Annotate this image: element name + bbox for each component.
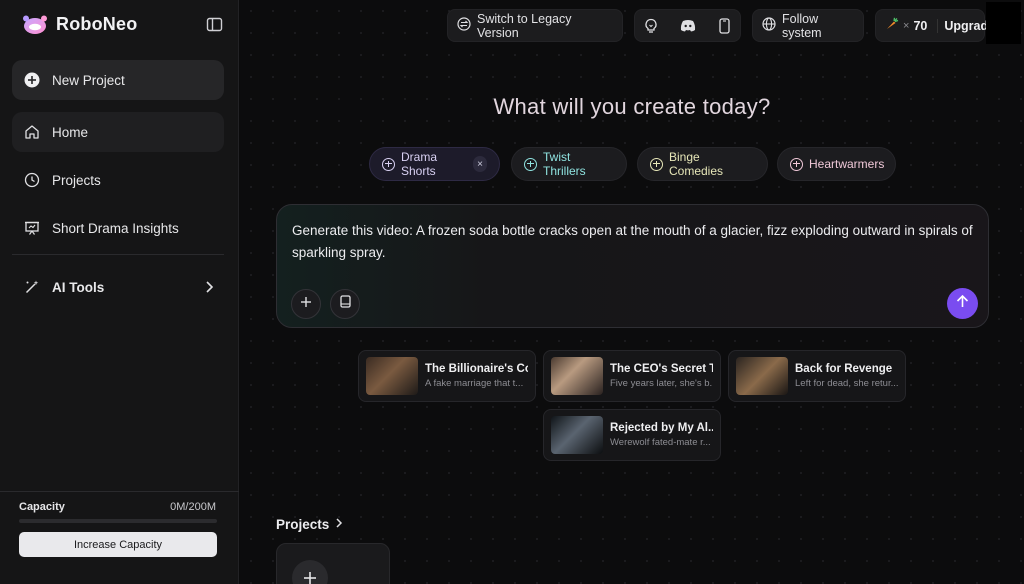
template-card[interactable]: The CEO's Secret T... Five years later, … — [543, 350, 721, 402]
clock-icon — [24, 172, 40, 188]
template-card[interactable]: The Billionaire's Co... A fake marriage … — [358, 350, 536, 402]
plus-circle-icon — [382, 157, 395, 171]
projects-link[interactable]: Projects — [276, 517, 343, 532]
plus-circle-icon — [650, 157, 663, 171]
mobile-icon[interactable] — [714, 15, 736, 37]
app-name: RoboNeo — [56, 14, 138, 34]
template-thumbnail — [366, 357, 418, 395]
chip-label: Heartwarmers — [809, 157, 885, 171]
prompt-box[interactable]: Generate this video: A frozen soda bottl… — [276, 204, 989, 328]
sidebar-item-home[interactable]: Home — [12, 112, 224, 152]
projects-heading: Projects — [276, 517, 330, 532]
template-thumbnail — [736, 357, 788, 395]
sidebar-item-label: Home — [52, 124, 89, 140]
templates-book-button[interactable] — [330, 289, 360, 319]
capacity-divider — [0, 491, 239, 492]
new-project-card[interactable] — [276, 543, 390, 584]
plus-circle-icon — [24, 72, 40, 88]
main-area: Switch to Legacy Version Follow system ×… — [240, 0, 1024, 584]
discord-icon[interactable] — [677, 15, 699, 37]
page-title: What will you create today? — [493, 94, 771, 119]
credits-count: 70 — [913, 18, 928, 33]
template-subtitle: Left for dead, she retur... — [795, 378, 898, 389]
logo[interactable]: RoboNeo — [22, 14, 137, 35]
credits-multiplier: × — [903, 19, 910, 32]
chip-twist-thrillers[interactable]: Twist Thrillers — [511, 147, 627, 181]
carrot-icon — [885, 17, 899, 34]
increase-capacity-button[interactable]: Increase Capacity — [19, 532, 217, 557]
plus-circle-icon — [790, 157, 803, 171]
chip-remove-icon[interactable]: × — [473, 156, 487, 172]
plus-icon — [300, 295, 312, 313]
template-subtitle: A fake marriage that t... — [425, 378, 524, 389]
sidebar-item-projects[interactable]: Projects — [12, 160, 224, 200]
plus-circle-icon — [524, 157, 537, 171]
capacity-label: Capacity — [19, 501, 65, 513]
book-icon — [339, 295, 351, 313]
template-thumbnail — [551, 416, 603, 454]
magic-wand-icon — [24, 279, 40, 295]
template-title: Rejected by My Al... — [610, 422, 713, 434]
capacity-value: 0M/200M — [170, 501, 216, 513]
sidebar-divider — [12, 254, 224, 255]
send-button[interactable] — [947, 288, 978, 319]
topbar-icon-group — [634, 9, 741, 42]
sidebar-item-label: AI Tools — [52, 279, 105, 295]
switch-legacy-button[interactable]: Switch to Legacy Version — [447, 9, 623, 42]
template-title: Back for Revenge — [795, 363, 893, 375]
template-subtitle: Werewolf fated-mate r... — [610, 437, 711, 448]
chip-binge-comedies[interactable]: Binge Comedies — [637, 147, 768, 181]
chip-drama-shorts[interactable]: Drama Shorts × — [369, 147, 500, 181]
sidebar: RoboNeo New Project Home Projects Short … — [0, 0, 239, 584]
chip-label: Drama Shorts — [401, 150, 438, 178]
chevron-right-icon — [335, 517, 343, 532]
capacity-progress-bar — [19, 519, 217, 523]
chip-heartwarmers[interactable]: Heartwarmers — [777, 147, 896, 181]
template-card[interactable]: Back for Revenge Left for dead, she retu… — [728, 350, 906, 402]
sidebar-item-ai-tools[interactable]: AI Tools — [12, 267, 224, 307]
sidebar-item-short-drama-insights[interactable]: Short Drama Insights — [12, 208, 224, 248]
sidebar-item-label: New Project — [52, 72, 125, 88]
template-title: The CEO's Secret T... — [610, 363, 713, 375]
redacted-avatar — [986, 2, 1021, 44]
credits-upgrade-button[interactable]: × 70 Upgrade — [875, 9, 995, 42]
globe-icon — [762, 17, 776, 34]
lightbulb-icon[interactable] — [640, 15, 662, 37]
template-title: The Billionaire's Co... — [425, 363, 528, 375]
presentation-chart-icon — [24, 220, 40, 236]
switch-legacy-label: Switch to Legacy Version — [477, 11, 572, 40]
theme-label: Follow system — [782, 11, 822, 40]
prompt-input[interactable]: Generate this video: A frozen soda bottl… — [292, 220, 982, 264]
roboneo-logo-icon — [22, 15, 48, 35]
template-subtitle: Five years later, she's b... — [610, 378, 713, 389]
template-card[interactable]: Rejected by My Al... Werewolf fated-mate… — [543, 409, 721, 461]
sidebar-collapse-icon[interactable] — [206, 17, 224, 33]
chevron-right-icon — [204, 280, 214, 297]
sidebar-item-label: Projects — [52, 172, 101, 188]
switch-icon — [457, 17, 471, 34]
sidebar-item-label: Short Drama Insights — [52, 220, 179, 236]
template-thumbnail — [551, 357, 603, 395]
plus-icon — [292, 560, 328, 584]
chip-label: Binge Comedies — [669, 150, 724, 178]
sidebar-item-new-project[interactable]: New Project — [12, 60, 224, 100]
arrow-up-icon — [956, 294, 969, 313]
add-attachment-button[interactable] — [291, 289, 321, 319]
chip-label: Twist Thrillers — [543, 150, 586, 178]
home-icon — [24, 124, 40, 140]
theme-follow-system-button[interactable]: Follow system — [752, 9, 864, 42]
